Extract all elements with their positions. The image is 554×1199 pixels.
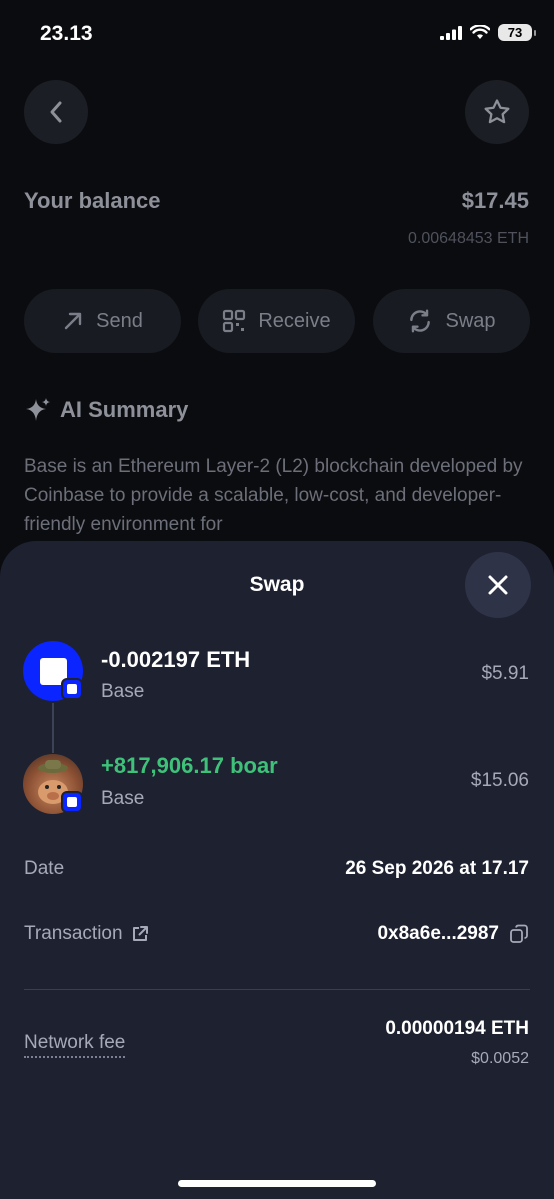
external-link-icon (132, 926, 148, 941)
to-usd-value: $15.06 (470, 770, 529, 791)
close-button[interactable] (465, 552, 531, 618)
send-label: Send (96, 309, 143, 332)
back-icon (50, 101, 62, 123)
balance-eth: 0.00648453 ETH (408, 230, 529, 247)
ai-summary-heading: AI Summary (24, 396, 188, 424)
swap-icon (410, 309, 431, 333)
base-chain-badge (61, 791, 83, 813)
date-label: Date (24, 858, 64, 880)
swap-connector-line (52, 703, 54, 753)
star-icon (484, 99, 510, 124)
receive-label: Receive (258, 309, 331, 332)
back-button[interactable] (24, 80, 88, 144)
to-chain: Base (101, 788, 145, 809)
qr-icon (223, 309, 246, 333)
ai-summary-text: Base is an Ethereum Layer-2 (L2) blockch… (24, 456, 523, 535)
transaction-hash-text: 0x8a6e...2987 (377, 923, 499, 944)
copy-icon[interactable] (509, 924, 529, 944)
home-indicator (178, 1180, 376, 1187)
from-chain: Base (101, 681, 145, 702)
transaction-label: Transaction (24, 923, 123, 944)
close-icon (488, 575, 508, 595)
date-value-text: 26 Sep 2026 at 17.17 (345, 858, 529, 879)
transaction-link[interactable]: Transaction (24, 923, 149, 945)
network-fee-eth: 0.00000194 ETH (385, 1018, 529, 1040)
from-usd-value: $5.91 (481, 663, 529, 684)
swap-detail-sheet: Swap -0.002197 ETH Base $5.91 +817,906.1… (0, 541, 554, 1199)
transaction-hash[interactable]: 0x8a6e...2987 (377, 923, 529, 945)
network-fee-label[interactable]: Network fee (24, 1032, 126, 1058)
network-fee-usd: $0.0052 (471, 1050, 529, 1067)
swap-label: Swap (445, 309, 496, 332)
network-fee-eth-text: 0.00000194 ETH (385, 1018, 529, 1039)
network-fee-label-text: Network fee (24, 1032, 126, 1058)
date-value: 26 Sep 2026 at 17.17 (345, 858, 529, 880)
base-chain-badge (61, 678, 83, 700)
from-amount: -0.002197 ETH (101, 647, 251, 672)
balance-usd: $17.45 (461, 188, 529, 213)
balance-label: Your balance (24, 188, 161, 213)
divider (24, 989, 530, 990)
receive-button[interactable]: Receive (198, 289, 355, 353)
swap-button[interactable]: Swap (373, 289, 530, 353)
sparkle-icon (26, 398, 50, 421)
to-amount: +817,906.17 boar (101, 753, 278, 778)
send-button[interactable]: Send (24, 289, 181, 353)
date-label-text: Date (24, 858, 65, 879)
ai-summary-title: AI Summary (60, 397, 189, 422)
send-arrow-icon (64, 312, 82, 330)
favorite-button[interactable] (465, 80, 529, 144)
